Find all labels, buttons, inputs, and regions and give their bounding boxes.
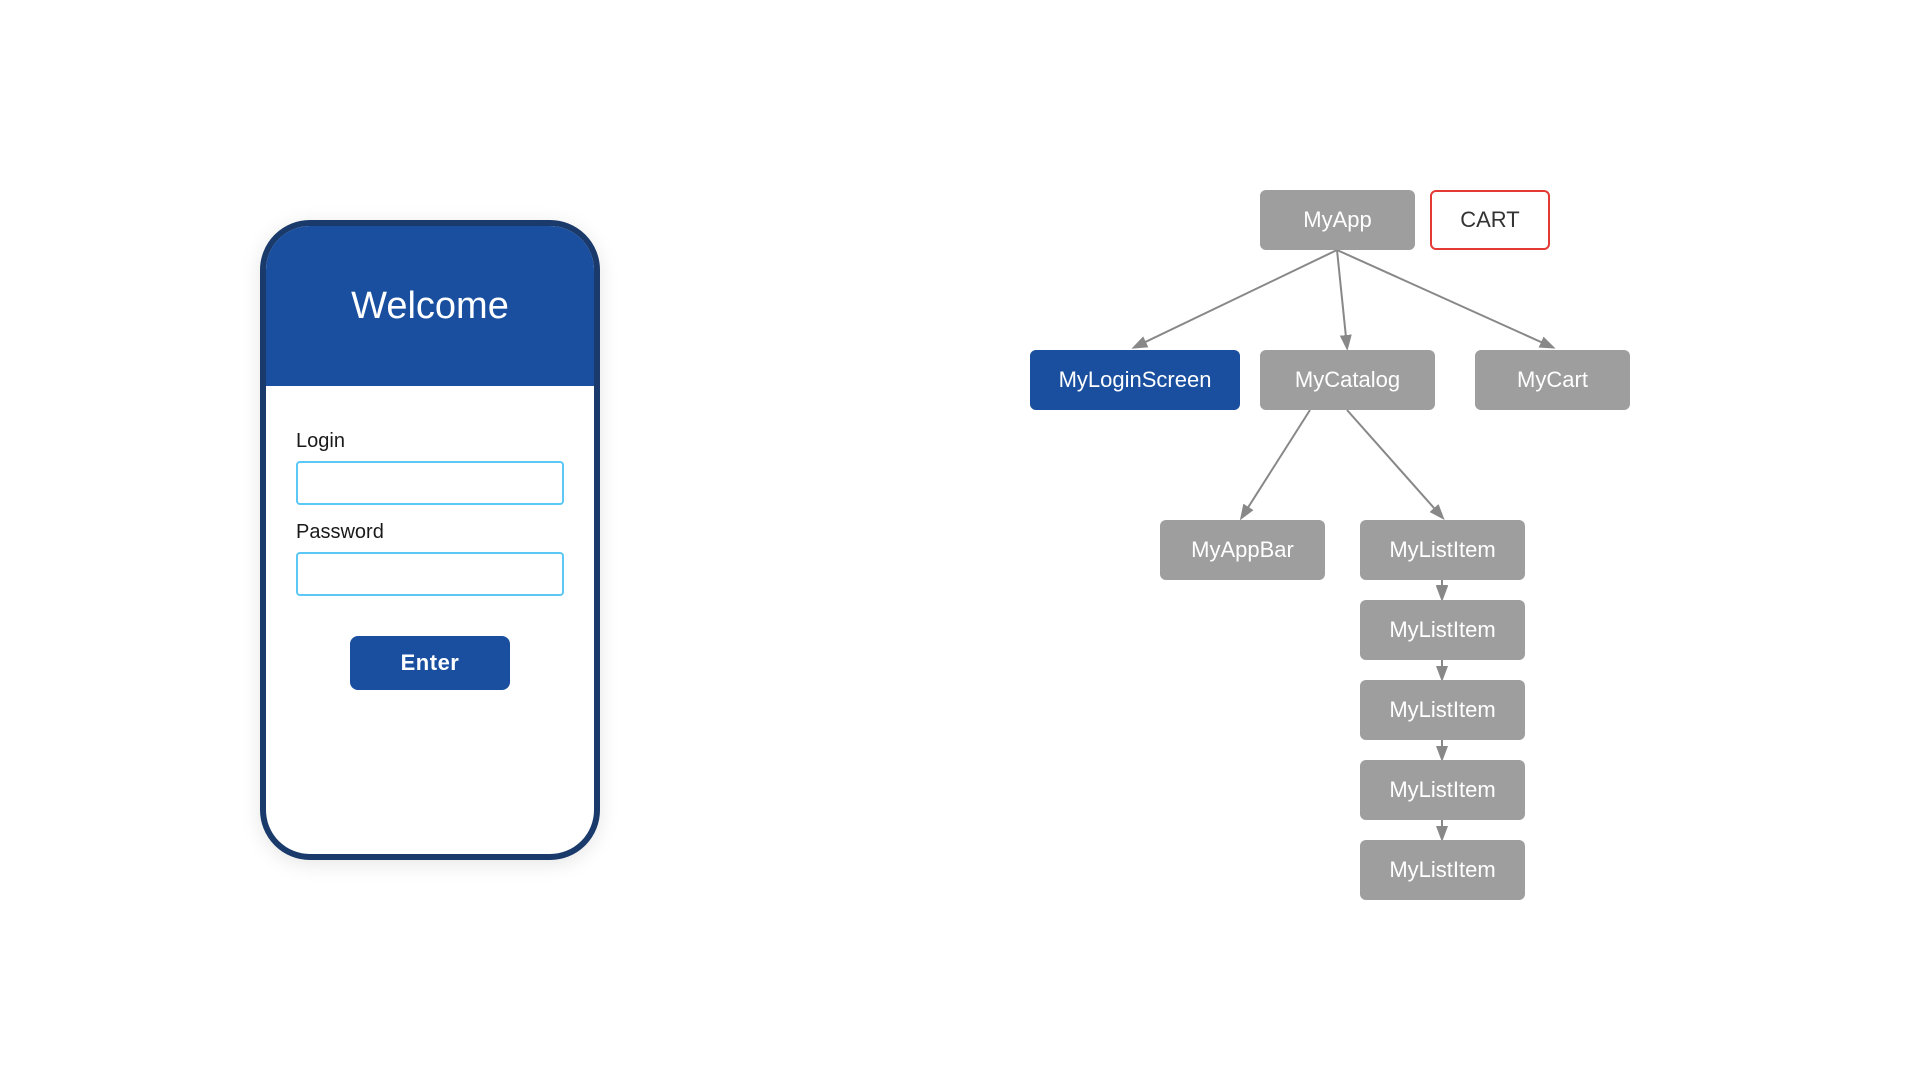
login-label: Login [296,430,564,453]
tree-diagram: MyApp CART MyLoginScreen MyCatalog MyCar… [1030,190,1750,890]
password-label: Password [296,521,564,544]
node-appbar: MyAppBar [1160,520,1325,580]
node-listitem-3: MyListItem [1360,680,1525,740]
component-tree: MyApp CART MyLoginScreen MyCatalog MyCar… [1010,150,1770,930]
node-listitem-2: MyListItem [1360,600,1525,660]
phone-mockup: Welcome Login Password Enter [150,150,710,930]
phone-header: Welcome [266,226,594,386]
phone-body: Login Password Enter [266,386,594,854]
node-listitem-1: MyListItem [1360,520,1525,580]
node-myapp: MyApp [1260,190,1415,250]
node-cart: CART [1430,190,1550,250]
node-catalog: MyCatalog [1260,350,1435,410]
password-input[interactable] [296,552,564,596]
node-mycart: MyCart [1475,350,1630,410]
welcome-title: Welcome [351,285,509,328]
node-login-screen: MyLoginScreen [1030,350,1240,410]
node-listitem-4: MyListItem [1360,760,1525,820]
node-listitem-5: MyListItem [1360,840,1525,900]
enter-button[interactable]: Enter [350,636,510,690]
phone-frame: Welcome Login Password Enter [260,220,600,860]
login-input[interactable] [296,461,564,505]
